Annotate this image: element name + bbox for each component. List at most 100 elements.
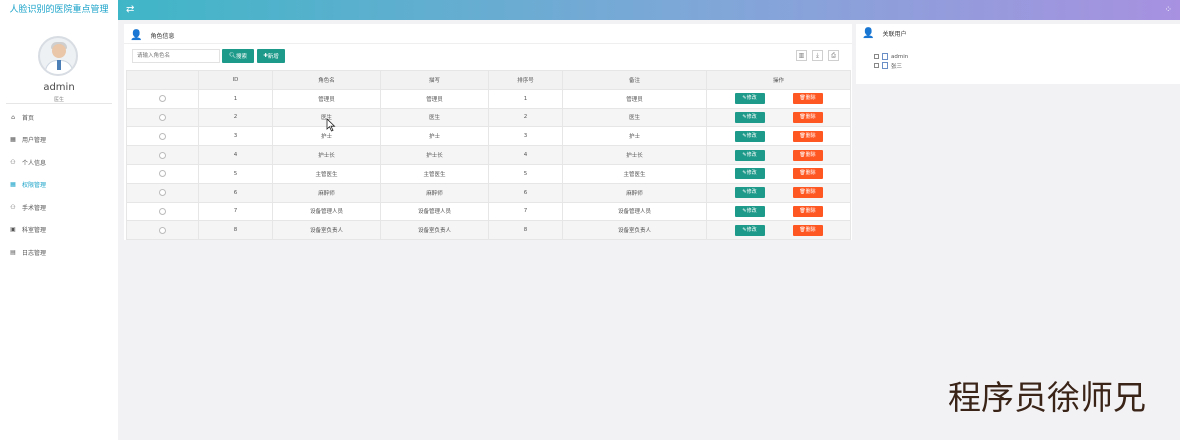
checkbox[interactable] — [874, 54, 879, 59]
cell-name: 管理员 — [272, 88, 381, 109]
sidebar-item-profile[interactable]: ⚇ 个人信息 — [0, 151, 118, 174]
column-header[interactable]: ID — [198, 70, 273, 90]
delete-button[interactable]: 🗑︎删除 — [792, 93, 823, 105]
sidebar-item-users[interactable]: ▦ 用户管理 — [0, 129, 118, 152]
table-row[interactable]: 5 主管医生 主管医生 5 主管医生 ✎修改 🗑︎删除 — [126, 163, 851, 184]
cell-desc: 麻醉师 — [380, 182, 489, 203]
panel-title: 关联用户 — [882, 31, 907, 38]
table-row[interactable]: 7 设备管理人员 设备管理人员 7 设备管理人员 ✎修改 🗑︎删除 — [126, 201, 851, 222]
delete-button[interactable]: 🗑︎删除 — [792, 111, 823, 123]
grid-icon[interactable]: ⁘ — [1164, 4, 1172, 16]
table-row[interactable]: 4 护士长 护士长 4 护士长 ✎修改 🗑︎删除 — [126, 145, 851, 165]
print-icon[interactable]: ⎙ — [828, 50, 839, 61]
cell-note: 医生 — [562, 107, 707, 128]
tree-item-label: admin — [891, 53, 909, 60]
columns-icon[interactable]: ▥ — [796, 50, 807, 61]
role-table: ID 角色名 描写 排序号 备注 操作 1 管理员 管理员 1 管理员 ✎修改 🗑… — [126, 70, 851, 241]
column-header[interactable]: 描写 — [380, 70, 489, 90]
edit-button[interactable]: ✎修改 — [734, 149, 765, 161]
edit-button[interactable]: ✎修改 — [734, 93, 765, 105]
add-button[interactable]: ✚ 新增 — [257, 49, 285, 63]
export-icon[interactable]: ⤓ — [812, 50, 823, 61]
cell-note: 麻醉师 — [562, 182, 707, 203]
cell-sort: 1 — [488, 88, 563, 109]
user-tree: admin 张三 — [874, 52, 908, 70]
cell-id: 7 — [198, 201, 273, 222]
edit-button[interactable]: ✎修改 — [734, 111, 765, 123]
tree-item[interactable]: 张三 — [874, 61, 908, 70]
edit-button[interactable]: ✎修改 — [734, 168, 765, 180]
table-row[interactable]: 1 管理员 管理员 1 管理员 ✎修改 🗑︎删除 — [126, 88, 851, 109]
tree-item[interactable]: admin — [874, 52, 908, 61]
delete-button[interactable]: 🗑︎删除 — [792, 187, 823, 199]
column-header[interactable]: 备注 — [562, 70, 707, 90]
cell-note: 设备室负责人 — [562, 220, 707, 241]
divider — [124, 43, 852, 44]
delete-button[interactable]: 🗑︎删除 — [792, 205, 823, 217]
cell-sort: 6 — [488, 182, 563, 203]
cell-id: 4 — [198, 145, 273, 165]
cell-desc: 护士 — [380, 126, 489, 147]
cell-sort: 2 — [488, 107, 563, 128]
home-icon: ⌂ — [11, 113, 15, 121]
row-radio[interactable] — [159, 132, 166, 140]
sidebar-divider — [6, 103, 112, 104]
sidebar-item-label: 用户管理 — [22, 137, 47, 145]
row-radio[interactable] — [159, 189, 166, 197]
sidebar-item-surgery[interactable]: ⚇ 手术管理 — [0, 196, 118, 219]
sidebar-item-permissions[interactable]: ▦ 权限管理 — [0, 174, 118, 197]
calendar-icon: ▦ — [10, 181, 16, 189]
edit-button[interactable]: ✎修改 — [734, 224, 765, 236]
swap-icon[interactable]: ⇄ — [126, 3, 134, 17]
sidebar-item-label: 权限管理 — [22, 182, 47, 190]
cell-note: 护士长 — [562, 145, 707, 165]
row-radio[interactable] — [159, 95, 166, 103]
cell-id: 2 — [198, 107, 273, 128]
user-role: 医生 — [53, 97, 64, 103]
cell-note: 护士 — [562, 126, 707, 147]
cell-sort: 5 — [488, 163, 563, 184]
panel-title: 角色信息 — [150, 32, 175, 40]
app-title: 人脸识别的医院重点管理 — [0, 0, 118, 20]
cell-name: 主管医生 — [272, 163, 381, 184]
sidebar-item-departments[interactable]: ▣ 科室管理 — [0, 219, 118, 242]
cell-note: 主管医生 — [562, 163, 707, 184]
cell-desc: 设备管理人员 — [380, 201, 489, 222]
row-radio[interactable] — [159, 113, 166, 121]
edit-button[interactable]: ✎修改 — [734, 187, 765, 199]
edit-button[interactable]: ✎修改 — [734, 205, 765, 217]
mouse-cursor-icon — [326, 118, 336, 132]
checkbox[interactable] — [874, 63, 879, 68]
column-header[interactable]: 角色名 — [272, 70, 381, 90]
delete-button[interactable]: 🗑︎删除 — [792, 224, 823, 236]
top-header: 人脸识别的医院重点管理 ⇄ ⁘ — [0, 0, 1180, 20]
sidebar-item-logs[interactable]: ▤ 日志管理 — [0, 241, 118, 264]
panel-header: 👤 关联用户 — [862, 28, 906, 39]
table-row[interactable]: 3 护士 护士 3 护士 ✎修改 🗑︎删除 — [126, 126, 851, 147]
sidebar-menu: ⌂ 首页 ▦ 用户管理 ⚇ 个人信息 ▦ 权限管理 ⚇ 手术管理 ▣ 科室管理 … — [0, 106, 118, 264]
row-radio[interactable] — [159, 226, 166, 234]
table-row[interactable]: 2 医生 医生 2 医生 ✎修改 🗑︎删除 — [126, 107, 851, 128]
sidebar-item-home[interactable]: ⌂ 首页 — [0, 106, 118, 129]
edit-button[interactable]: ✎修改 — [734, 130, 765, 142]
sidebar-item-label: 科室管理 — [22, 227, 47, 235]
search-input[interactable] — [132, 49, 220, 63]
delete-button[interactable]: 🗑︎删除 — [792, 149, 823, 161]
cell-id: 3 — [198, 126, 273, 147]
column-header[interactable]: 排序号 — [488, 70, 563, 90]
table-row[interactable]: 8 设备室负责人 设备室负责人 8 设备室负责人 ✎修改 🗑︎删除 — [126, 220, 851, 241]
cell-desc: 设备室负责人 — [380, 220, 489, 241]
cell-note: 设备管理人员 — [562, 201, 707, 222]
cell-id: 8 — [198, 220, 273, 241]
row-radio[interactable] — [159, 170, 166, 178]
row-radio[interactable] — [159, 207, 166, 215]
delete-button[interactable]: 🗑︎删除 — [792, 130, 823, 142]
row-radio[interactable] — [159, 151, 166, 159]
calendar-icon: ▦ — [10, 136, 16, 144]
sidebar-item-label: 日志管理 — [22, 249, 47, 257]
delete-button[interactable]: 🗑︎删除 — [792, 168, 823, 180]
search-button[interactable]: 🔍︎ 搜索 — [222, 49, 254, 63]
avatar[interactable] — [38, 36, 78, 76]
table-row[interactable]: 6 麻醉师 麻醉师 6 麻醉师 ✎修改 🗑︎删除 — [126, 182, 851, 203]
tree-item-label: 张三 — [891, 63, 903, 70]
